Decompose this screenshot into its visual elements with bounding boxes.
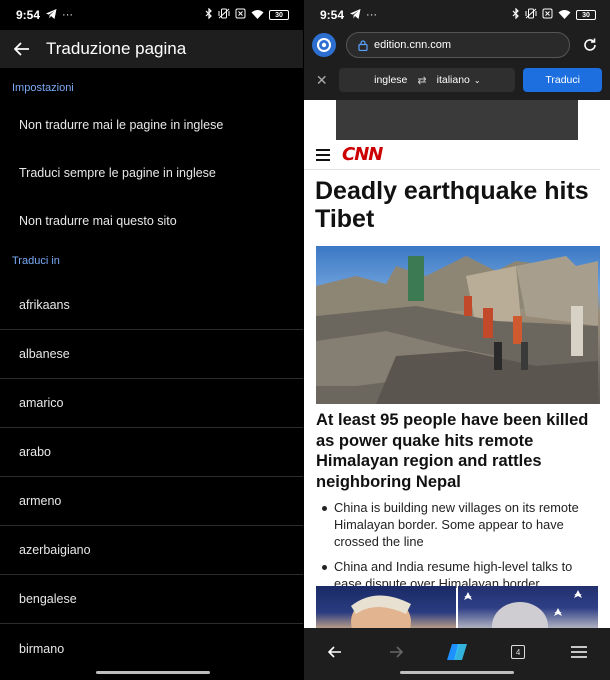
headline[interactable]: Deadly earthquake hits Tibet [315,177,600,233]
option-never-translate-site[interactable]: Non tradurre mai questo sito [0,197,303,245]
earthquake-photo[interactable] [316,246,600,404]
language-selector[interactable]: inglese ⇄ italiano ⌄ [339,68,516,92]
back-icon[interactable] [320,640,350,664]
option-always-translate-english[interactable]: Traduci sempre le pagine in inglese [0,149,303,197]
source-language[interactable]: inglese [374,74,407,86]
arrow-back-icon[interactable] [12,39,32,59]
lock-icon[interactable] [357,39,369,51]
related-link[interactable]: China is building new villages on its re… [316,500,600,550]
reload-icon[interactable] [578,33,602,57]
related-links: China is building new villages on its re… [316,500,600,593]
ad-placeholder[interactable] [336,100,578,140]
more-icon: ··· [62,8,74,21]
hamburger-menu-icon[interactable] [316,148,330,161]
status-bar: 9:54 ··· 30 [304,0,610,30]
edge-logo-icon[interactable] [312,33,336,57]
battery-icon: 30 [269,10,289,20]
language-item[interactable]: afrikaans [0,281,303,330]
site-header: CNN [304,140,600,170]
language-list: afrikaans albanese amarico arabo armeno … [0,281,303,673]
language-item[interactable]: birmano [0,624,303,673]
copilot-icon[interactable] [442,640,472,664]
telegram-icon [350,8,361,22]
page-title: Traduzione pagina [46,39,187,58]
language-item[interactable]: armeno [0,477,303,526]
battery-icon: 30 [576,10,596,20]
no-sim-icon [542,8,553,22]
ad-banner [304,100,610,140]
no-sim-icon [235,8,246,22]
chevron-down-icon[interactable]: ⌄ [474,76,481,85]
vibrate-icon [218,8,230,22]
language-item[interactable]: amarico [0,379,303,428]
bluetooth-icon [512,7,520,22]
language-item[interactable]: bengalese [0,575,303,624]
thumbnail-image[interactable] [316,586,456,630]
vibrate-icon [525,8,537,22]
bluetooth-icon [205,7,213,22]
url-field[interactable]: edition.cnn.com [346,32,570,58]
menu-icon[interactable] [564,640,594,664]
thumbnail-image[interactable] [458,586,598,630]
telegram-icon [46,8,57,22]
language-item[interactable]: azerbaigiano [0,526,303,575]
wifi-icon [251,9,264,22]
language-item[interactable]: arabo [0,428,303,477]
gesture-bar[interactable] [400,671,514,674]
language-item[interactable]: albanese [0,330,303,379]
settings-section-header: Impostazioni [12,82,74,94]
close-icon[interactable]: ✕ [312,72,331,89]
tabs-icon[interactable]: 4 [503,640,533,664]
status-bar: 9:54 ··· 30 [0,0,303,30]
translate-to-section-header: Traduci in [12,255,60,267]
more-icon: ··· [366,8,378,21]
app-bar: Traduzione pagina [0,30,303,68]
translate-bar: ✕ inglese ⇄ italiano ⌄ Traduci [304,60,610,100]
status-time: 9:54 [320,8,345,22]
status-time: 9:54 [16,8,41,22]
tab-count: 4 [511,645,526,659]
gesture-bar[interactable] [96,671,210,674]
cnn-logo[interactable]: CNN [342,144,383,165]
url-text: edition.cnn.com [374,39,452,51]
translation-settings-screen: 9:54 ··· 30 Traduzione pagina Impostazio… [0,0,303,680]
target-language[interactable]: italiano [437,74,470,86]
browser-screen: 9:54 ··· 30 edition.cnn.com ✕ inglese ⇄ … [304,0,610,680]
swap-icon[interactable]: ⇄ [417,74,426,87]
translate-button[interactable]: Traduci [523,68,602,92]
option-never-translate-english[interactable]: Non tradurre mai le pagine in inglese [0,101,303,149]
subheadline[interactable]: At least 95 people have been killed as p… [316,410,600,492]
thumbnail-strip [316,586,598,630]
forward-icon[interactable] [381,640,411,664]
wifi-icon [558,9,571,22]
address-bar: edition.cnn.com [304,30,610,60]
